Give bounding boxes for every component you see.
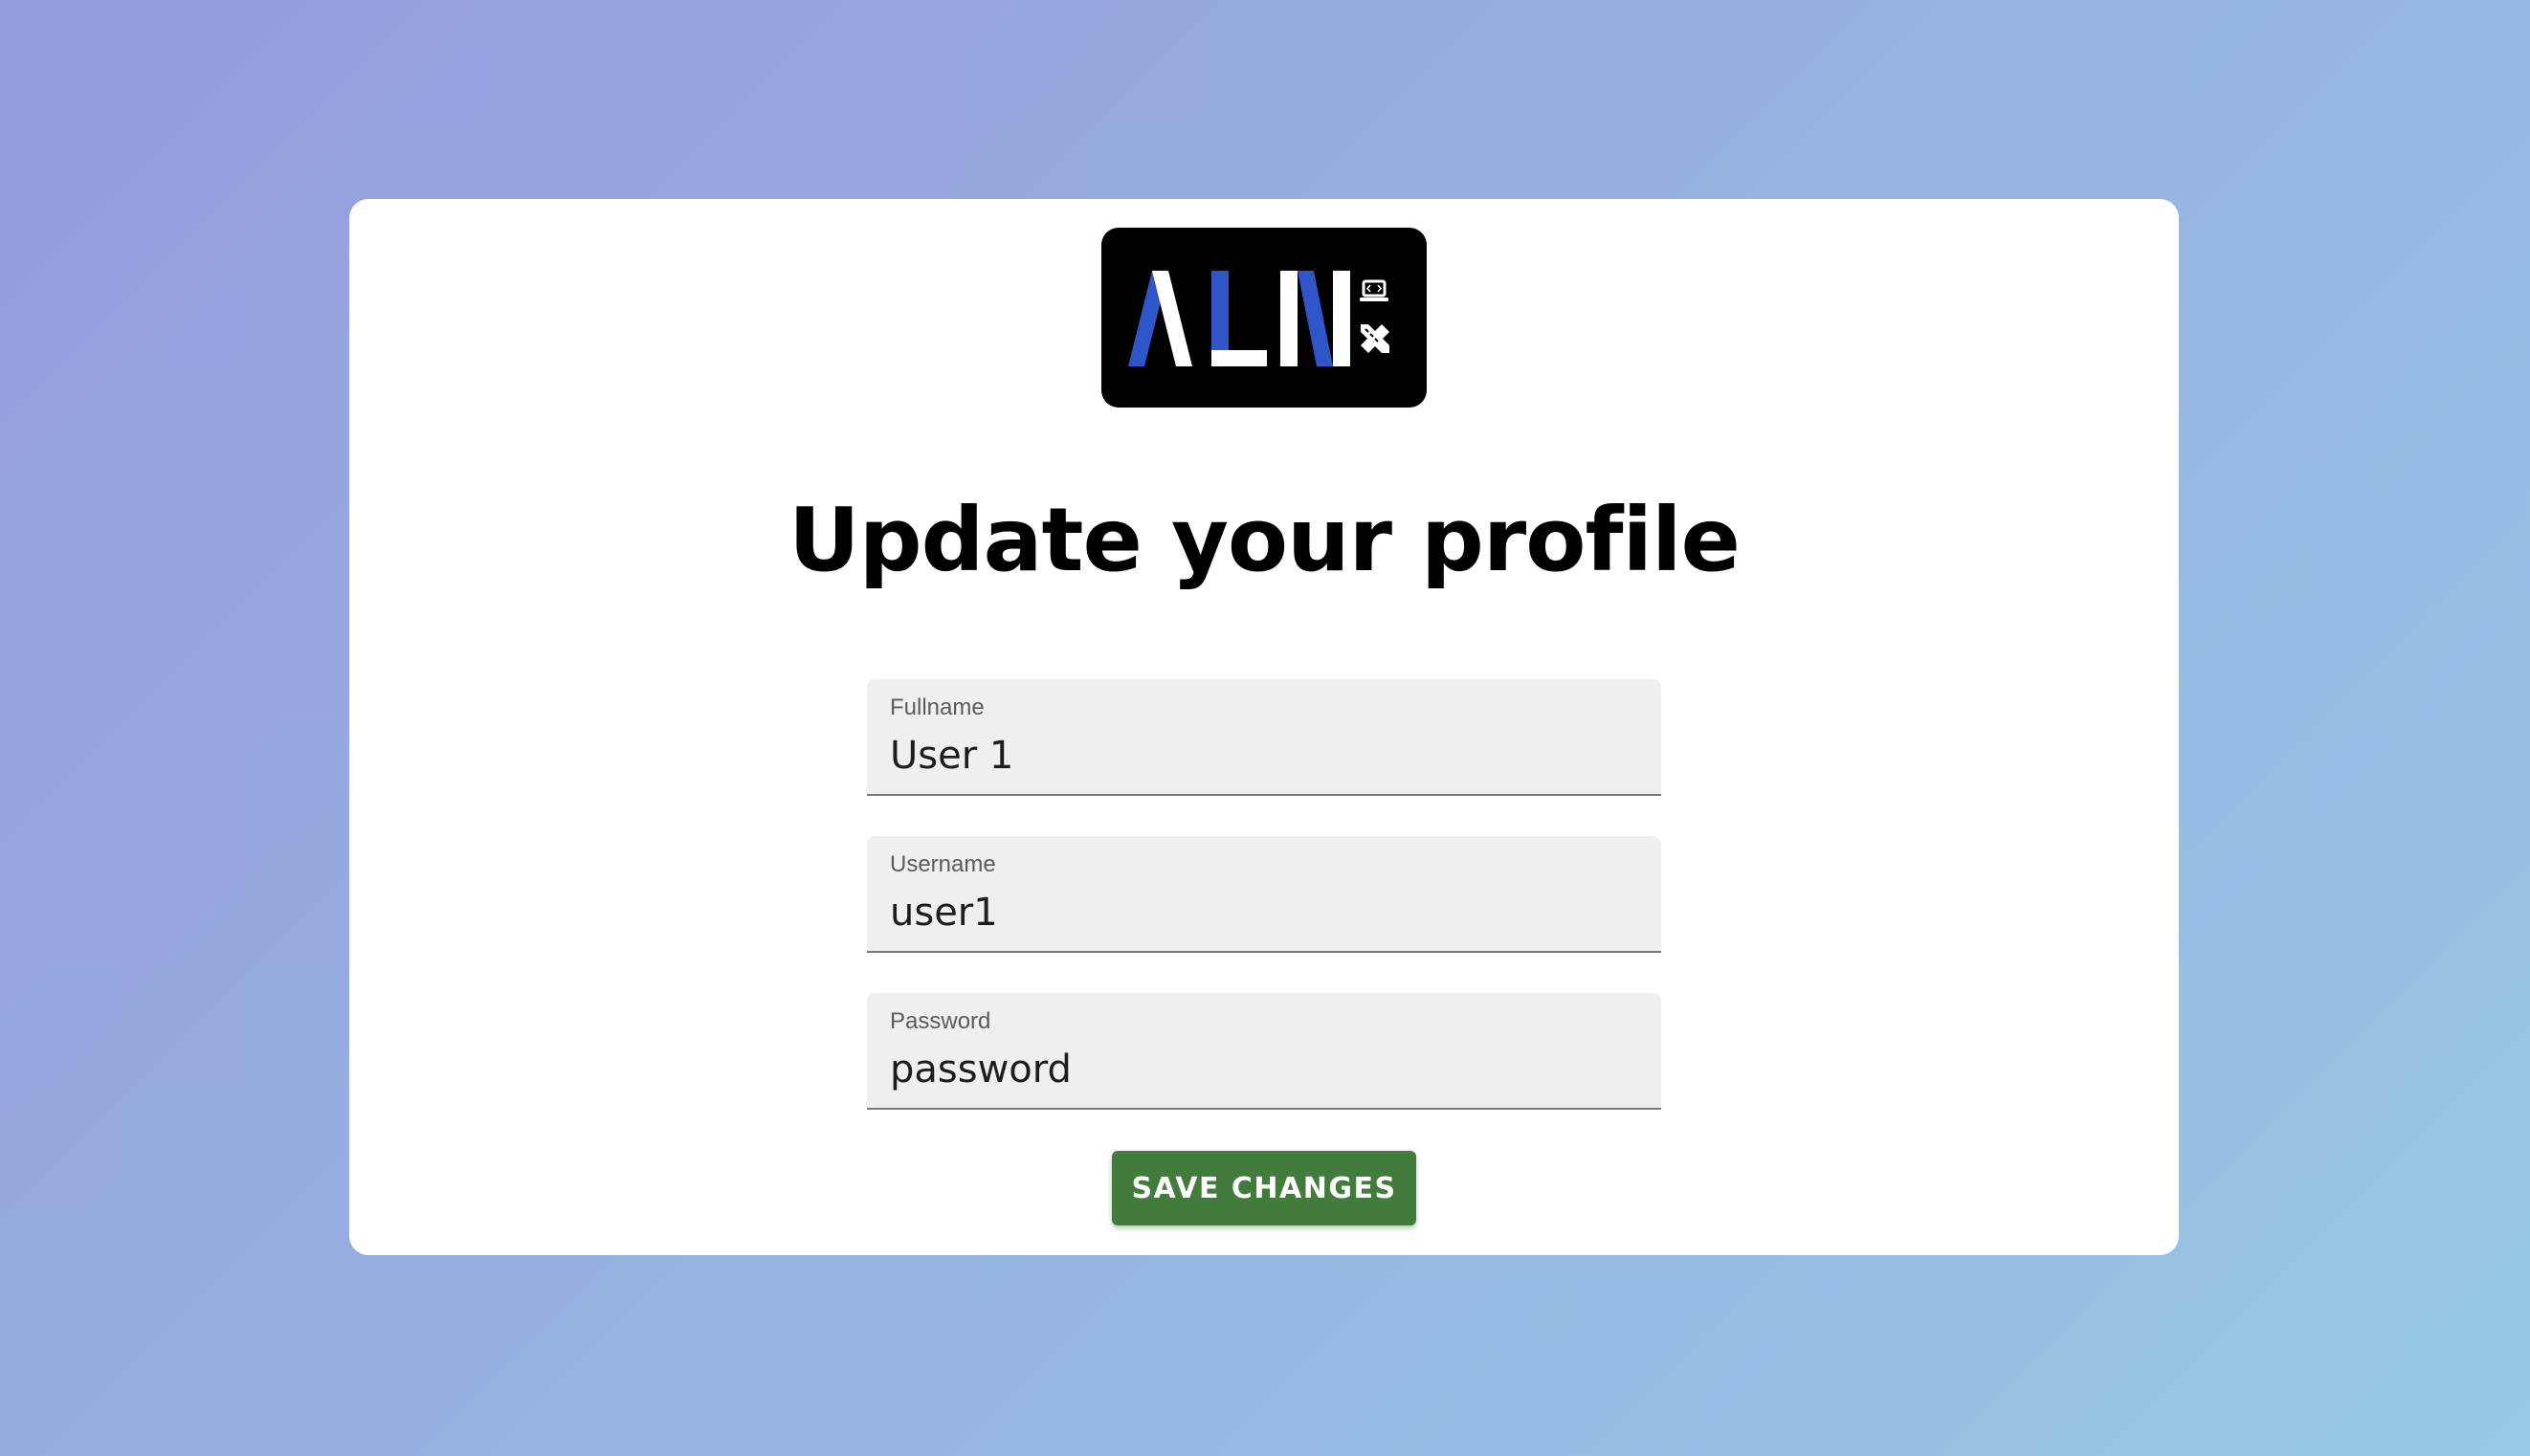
save-changes-button[interactable]: SAVE CHANGES xyxy=(1112,1151,1416,1225)
aln-logo xyxy=(1101,228,1427,408)
fullname-field[interactable]: Fullname xyxy=(867,679,1661,796)
fullname-label: Fullname xyxy=(890,695,985,720)
username-input[interactable] xyxy=(890,886,1636,939)
username-field[interactable]: Username xyxy=(867,836,1661,953)
page-background: Update your profile Fullname Username Pa… xyxy=(0,0,2530,1456)
fullname-input[interactable] xyxy=(890,729,1636,783)
password-field[interactable]: Password xyxy=(867,993,1661,1110)
page-title: Update your profile xyxy=(788,489,1741,591)
username-label: Username xyxy=(890,851,996,877)
password-input[interactable] xyxy=(890,1043,1636,1096)
pencil-ruler-icon xyxy=(1361,324,1389,353)
password-label: Password xyxy=(890,1008,991,1034)
laptop-code-icon xyxy=(1360,279,1388,301)
